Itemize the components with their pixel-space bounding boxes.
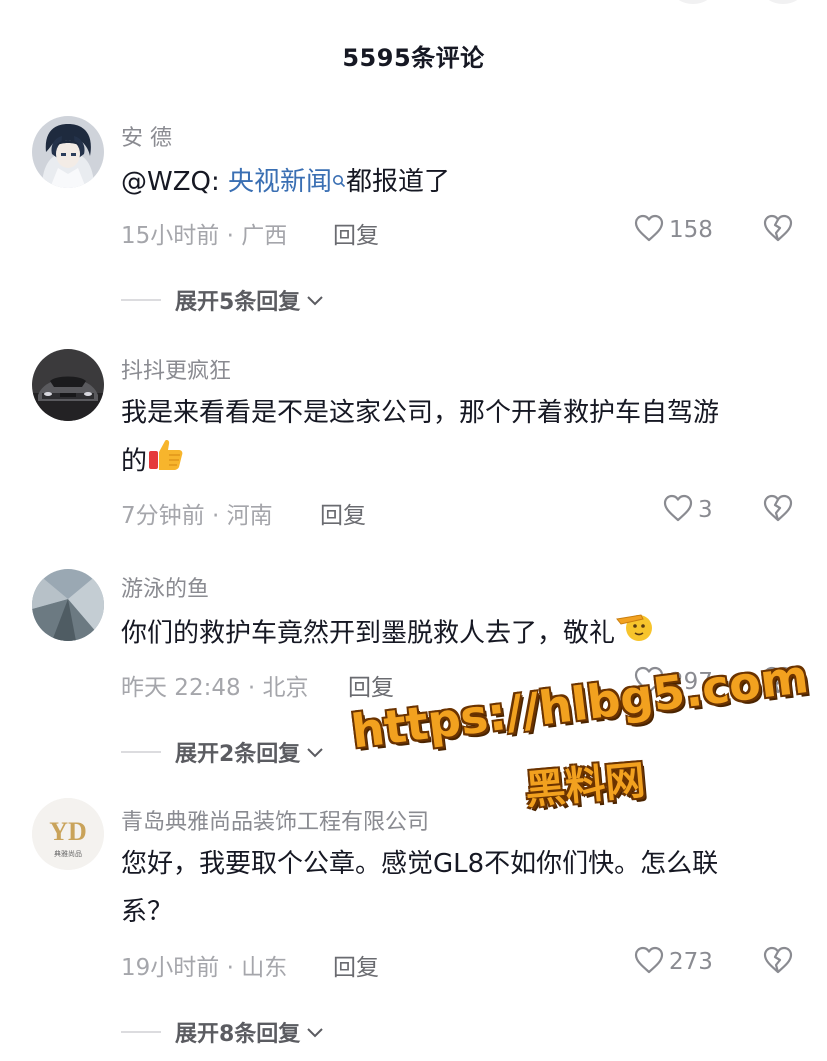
comment-text-line: 我是来看看是不是这家公司，那个开着救护车自驾游 bbox=[121, 398, 720, 428]
comment-username[interactable]: 安 德 bbox=[121, 120, 172, 152]
reply-button[interactable]: 回复 bbox=[320, 496, 366, 530]
like-count: 273 bbox=[669, 949, 713, 975]
comment-text: 我是来看看是不是这家公司，那个开着救护车自驾游 的 bbox=[121, 389, 801, 487]
comment-text: 你们的救护车竟然开到墨脱救人去了，敬礼 bbox=[121, 609, 801, 659]
comment-text-line: 的 bbox=[121, 446, 148, 477]
avatar[interactable] bbox=[32, 569, 104, 641]
divider-line bbox=[121, 751, 161, 753]
comment-text-tail: 都报道了 bbox=[346, 167, 451, 197]
top-control-button[interactable] bbox=[672, 0, 714, 4]
comment-time-location: 7分钟前 · 河南 bbox=[121, 503, 273, 529]
comment-time-location: 昨天 22:48 · 北京 bbox=[121, 675, 309, 701]
like-button[interactable]: 158 bbox=[633, 213, 713, 247]
comment-count-title: 5595条评论 bbox=[342, 44, 485, 72]
comment-username[interactable]: 青岛典雅尚品装饰工程有限公司 bbox=[121, 804, 429, 836]
chevron-down-icon bbox=[306, 288, 324, 313]
dislike-button[interactable] bbox=[762, 945, 794, 979]
expand-replies-label: 展开2条回复 bbox=[175, 742, 301, 767]
avatar-logo-caption: 典雅尚品 bbox=[54, 849, 82, 858]
search-icon bbox=[332, 156, 346, 204]
dislike-button[interactable] bbox=[762, 665, 794, 699]
mention-link[interactable]: @WZQ: bbox=[121, 167, 228, 197]
comment-username[interactable]: 抖抖更疯狂 bbox=[121, 353, 231, 385]
comment-text: @WZQ: 央视新闻 都报道了 bbox=[121, 158, 801, 206]
reply-button[interactable]: 回复 bbox=[333, 216, 379, 250]
search-keyword-link[interactable]: 央视新闻 bbox=[228, 167, 332, 197]
avatar-logo-letters: YD bbox=[49, 817, 87, 846]
expand-replies-label: 展开8条回复 bbox=[175, 1022, 301, 1047]
comment-time-location: 15小时前 · 广西 bbox=[121, 223, 288, 249]
broken-heart-icon bbox=[762, 946, 794, 979]
expand-replies-label: 展开5条回复 bbox=[175, 290, 301, 315]
chevron-down-icon bbox=[306, 740, 324, 765]
watermark-url: https://hlbg5.com bbox=[348, 648, 812, 759]
dislike-button[interactable] bbox=[762, 493, 794, 527]
thumbs-up-emoji bbox=[147, 437, 185, 487]
divider-line bbox=[121, 1031, 161, 1033]
like-button[interactable]: 297 bbox=[633, 665, 713, 699]
expand-replies-button[interactable]: 展开5条回复 bbox=[121, 284, 324, 316]
like-count: 297 bbox=[669, 669, 713, 695]
avatar[interactable] bbox=[32, 349, 104, 421]
dislike-button[interactable] bbox=[762, 213, 794, 247]
top-control-button[interactable] bbox=[762, 0, 804, 4]
heart-outline-icon bbox=[633, 945, 665, 979]
like-button[interactable]: 273 bbox=[633, 945, 713, 979]
expand-replies-button[interactable]: 展开2条回复 bbox=[121, 736, 324, 768]
heart-outline-icon bbox=[633, 213, 665, 247]
comment-text-line: 系？ bbox=[121, 897, 174, 927]
broken-heart-icon bbox=[762, 494, 794, 527]
chevron-down-icon bbox=[306, 1020, 324, 1045]
comment-time-location: 19小时前 · 山东 bbox=[121, 955, 288, 981]
comment-text: 您好，我要取个公章。感觉GL8不如你们快。怎么联 系？ bbox=[121, 840, 801, 936]
reply-button[interactable]: 回复 bbox=[348, 668, 394, 702]
salute-emoji bbox=[615, 609, 655, 659]
like-count: 158 bbox=[669, 217, 713, 243]
avatar[interactable] bbox=[32, 116, 104, 188]
expand-replies-button[interactable]: 展开8条回复 bbox=[121, 1016, 324, 1048]
heart-outline-icon bbox=[662, 493, 694, 527]
broken-heart-icon bbox=[762, 214, 794, 247]
comment-text-line: 您好，我要取个公章。感觉GL8不如你们快。怎么联 bbox=[121, 849, 719, 879]
broken-heart-icon bbox=[762, 666, 794, 699]
divider-line bbox=[121, 299, 161, 301]
comment-panel-header: 5595条评论 bbox=[0, 0, 827, 108]
like-count: 3 bbox=[698, 497, 713, 523]
comment-username[interactable]: 游泳的鱼 bbox=[121, 571, 209, 603]
avatar[interactable]: YD 典雅尚品 bbox=[32, 798, 104, 870]
heart-outline-icon bbox=[633, 665, 665, 699]
like-button[interactable]: 3 bbox=[662, 493, 713, 527]
comment-text-line: 你们的救护车竟然开到墨脱救人去了，敬礼 bbox=[121, 618, 616, 649]
reply-button[interactable]: 回复 bbox=[333, 948, 379, 982]
